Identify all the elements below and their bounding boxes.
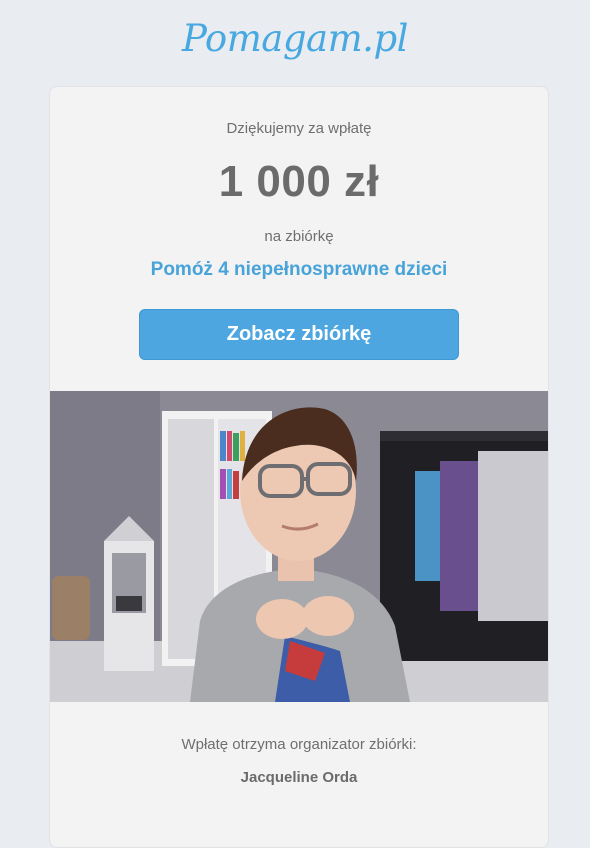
donation-confirmation-card: Dziękujemy za wpłatę 1 000 zł na zbiórkę… — [49, 86, 549, 848]
view-fundraiser-button[interactable]: Zobacz zbiórkę — [139, 309, 459, 360]
pomagam-logo[interactable]: Pomagam.pl — [0, 14, 590, 64]
recipient-name: Jacqueline Orda — [240, 769, 358, 786]
donation-amount: 1 000 zł — [218, 157, 380, 206]
recipient-label: Wpłatę otrzyma organizator zbiórki: — [181, 736, 417, 753]
thanks-text: Dziękujemy za wpłatę — [226, 120, 372, 137]
to-fundraiser-text: na zbiórkę — [264, 228, 334, 245]
fundraiser-photo — [50, 391, 548, 702]
fundraiser-title-link[interactable]: Pomóż 4 niepełnosprawne dzieci — [50, 259, 548, 281]
